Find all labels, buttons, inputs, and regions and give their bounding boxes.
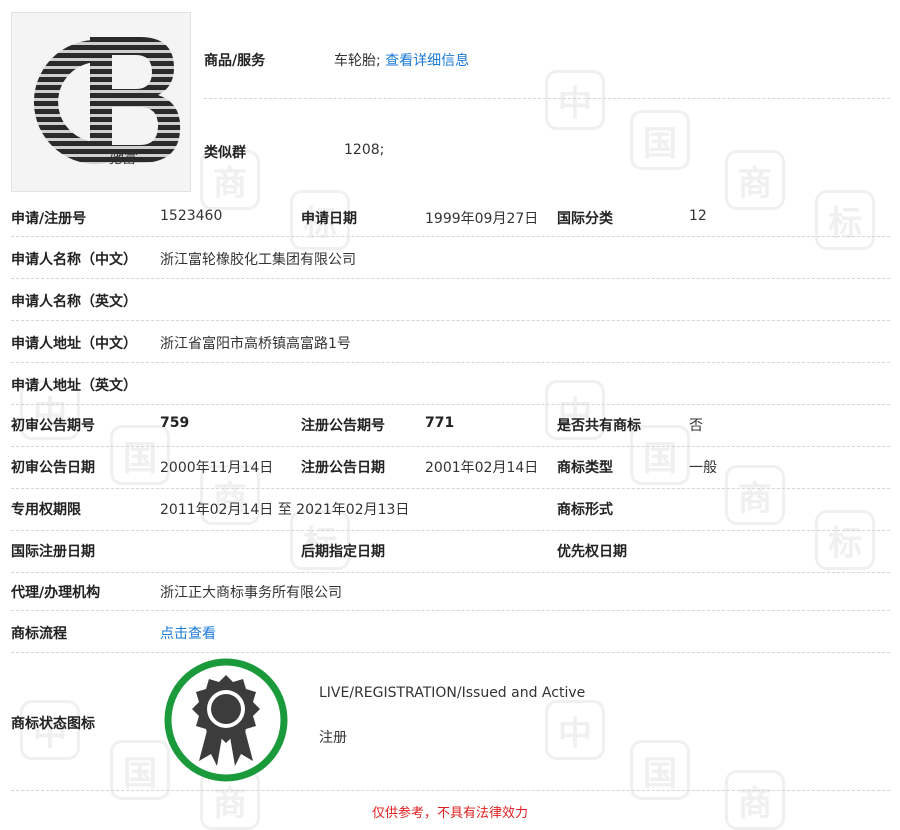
status-cn-value: 注册 — [319, 730, 347, 746]
mark-form-label: 商标形式 — [557, 502, 613, 518]
similar-group-value: 1208; — [344, 142, 385, 158]
prelim-issue-value: 759 — [160, 415, 190, 431]
goods-services-text: 车轮胎; — [334, 53, 381, 69]
apply-date-value: 1999年09月27日 — [425, 211, 539, 227]
shared-mark-value: 否 — [689, 418, 703, 434]
registered-badge-icon — [164, 658, 288, 782]
agent-row: 代理/办理机构 浙江正大商标事务所有限公司 — [11, 573, 890, 611]
term-row: 专用权期限 2011年02月14日 至 2021年02月13日 商标形式 — [11, 489, 890, 531]
applicant-cn-value: 浙江富轮橡胶化工集团有限公司 — [160, 252, 356, 268]
term-label: 专用权期限 — [11, 502, 81, 518]
prelim-issue-label: 初审公告期号 — [11, 418, 95, 434]
logo-caption: 驰富 — [108, 151, 138, 167]
address-cn-value: 浙江省富阳市高桥镇高富路1号 — [160, 336, 351, 352]
mark-type-label: 商标类型 — [557, 460, 613, 476]
agent-value: 浙江正大商标事务所有限公司 — [160, 585, 342, 601]
goods-services-row: 商品/服务 车轮胎; 查看详细信息 — [204, 12, 890, 99]
status-en-value: LIVE/REGISTRATION/Issued and Active — [319, 685, 586, 701]
intl-class-label: 国际分类 — [557, 211, 613, 227]
process-row: 商标流程 点击查看 — [11, 611, 890, 653]
agent-label: 代理/办理机构 — [11, 585, 101, 601]
address-en-label: 申请人地址（英文） — [11, 378, 137, 394]
address-cn-row: 申请人地址（中文） 浙江省富阳市高桥镇高富路1号 — [11, 321, 890, 363]
reg-date-label: 注册公告日期 — [301, 460, 385, 476]
announcement-issue-row: 初审公告期号 759 注册公告期号 771 是否共有商标 否 — [11, 405, 890, 447]
reg-issue-label: 注册公告期号 — [301, 418, 385, 434]
apply-date-label: 申请日期 — [301, 211, 357, 227]
process-label: 商标流程 — [11, 626, 67, 642]
later-designation-label: 后期指定日期 — [301, 544, 385, 560]
registration-row: 申请/注册号 1523460 申请日期 1999年09月27日 国际分类 12 — [11, 196, 890, 237]
intl-reg-date-label: 国际注册日期 — [11, 544, 95, 560]
view-process-link[interactable]: 点击查看 — [160, 623, 216, 643]
mark-type-value: 一般 — [689, 460, 717, 476]
applicant-en-row: 申请人名称（英文） — [11, 279, 890, 321]
prelim-date-value: 2000年11月14日 — [160, 460, 274, 476]
similar-group-label: 类似群 — [204, 145, 246, 161]
applicant-cn-label: 申请人名称（中文） — [11, 252, 137, 268]
goods-services-value: 车轮胎; 查看详细信息 — [334, 50, 469, 70]
reg-no-value: 1523460 — [160, 208, 223, 224]
legal-disclaimer: 仅供参考，不具有法律效力 — [371, 806, 528, 821]
priority-date-label: 优先权日期 — [557, 544, 627, 560]
view-details-link[interactable]: 查看详细信息 — [385, 53, 469, 69]
reg-date-value: 2001年02月14日 — [425, 460, 539, 476]
applicant-cn-row: 申请人名称（中文） 浙江富轮橡胶化工集团有限公司 — [11, 237, 890, 279]
goods-services-label: 商品/服务 — [204, 53, 266, 69]
address-en-row: 申请人地址（英文） — [11, 363, 890, 405]
applicant-en-label: 申请人名称（英文） — [11, 294, 137, 310]
similar-group-row: 类似群 1208; — [204, 106, 890, 192]
trademark-logo: 驰富 — [11, 12, 191, 192]
reg-issue-value: 771 — [425, 415, 455, 431]
intl-class-value: 12 — [689, 208, 707, 224]
trademark-header: 驰富 商品/服务 车轮胎; 查看详细信息 类似群 1208; — [0, 0, 900, 196]
trademark-logo-image: 驰富 — [33, 37, 181, 167]
announcement-date-row: 初审公告日期 2000年11月14日 注册公告日期 2001年02月14日 商标… — [11, 447, 890, 489]
address-cn-label: 申请人地址（中文） — [11, 336, 137, 352]
dates-row: 国际注册日期 后期指定日期 优先权日期 — [11, 531, 890, 573]
shared-mark-label: 是否共有商标 — [557, 418, 641, 434]
status-icon-label: 商标状态图标 — [11, 716, 95, 732]
term-value: 2011年02月14日 至 2021年02月13日 — [160, 502, 410, 518]
prelim-date-label: 初审公告日期 — [11, 460, 95, 476]
reg-no-label: 申请/注册号 — [11, 211, 87, 227]
status-row: 商标状态图标 LIVE/REGISTRATION/Issued and Acti… — [11, 653, 890, 791]
